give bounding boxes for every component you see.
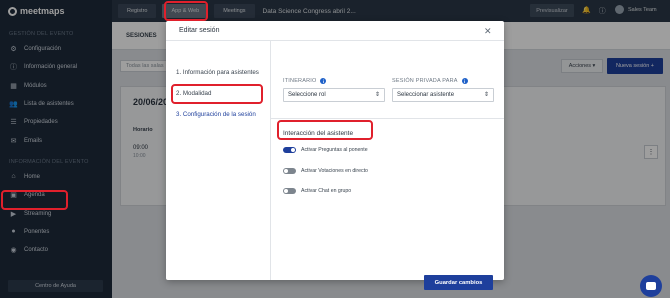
privada-value: Seleccionar asistente	[397, 92, 455, 98]
privada-label: SESIÓN PRIVADA PARA i	[392, 78, 468, 84]
toggle-row-votaciones[interactable]: Activar Votaciones en directo	[283, 168, 368, 174]
toggle-label: Activar Preguntas al ponente	[301, 147, 368, 153]
chevron-updown-icon: ⇕	[483, 92, 489, 98]
modal-main: ITINERARIO i Seleccione rol ⇕ SESIÓN PRI…	[271, 41, 504, 290]
toggle-label: Activar Chat en grupo	[301, 188, 352, 194]
itinerario-value: Seleccione rol	[288, 92, 326, 98]
itinerario-label-text: ITINERARIO	[283, 78, 317, 84]
annotation-highlight-agenda	[1, 190, 68, 210]
privada-label-text: SESIÓN PRIVADA PARA	[392, 78, 458, 84]
chat-bubble-icon	[646, 282, 656, 290]
chat-widget-button[interactable]	[640, 275, 662, 297]
toggle-row-preguntas[interactable]: Activar Preguntas al ponente	[283, 147, 368, 153]
step-configuracion-sesion[interactable]: 3. Configuración de la sesión	[176, 111, 256, 118]
toggle-switch[interactable]	[283, 168, 296, 174]
chevron-updown-icon: ⇕	[374, 92, 380, 98]
annotation-highlight-step3	[171, 84, 263, 104]
modal-title: Editar sesión	[166, 21, 504, 41]
modal-steps: 1. Información para asistentes 2. Modali…	[166, 41, 271, 280]
privada-select[interactable]: Seleccionar asistente ⇕	[392, 88, 494, 102]
itinerario-select[interactable]: Seleccione rol ⇕	[283, 88, 385, 102]
itinerario-label: ITINERARIO i	[283, 78, 327, 84]
annotation-highlight-toggle	[277, 120, 373, 140]
close-icon[interactable]: ✕	[484, 26, 492, 37]
edit-session-modal: Editar sesión ✕ 1. Información para asis…	[166, 21, 504, 290]
toggle-switch[interactable]	[283, 188, 296, 194]
toggle-label: Activar Votaciones en directo	[301, 168, 368, 174]
save-changes-button[interactable]: Guardar cambios	[424, 275, 493, 290]
info-icon[interactable]: i	[461, 78, 468, 84]
step-info-asistentes[interactable]: 1. Información para asistentes	[176, 69, 259, 76]
toggle-switch[interactable]	[283, 147, 296, 153]
annotation-highlight-app-web	[164, 1, 208, 21]
toggle-row-chat[interactable]: Activar Chat en grupo	[283, 188, 351, 194]
divider	[271, 118, 504, 119]
info-icon[interactable]: i	[320, 78, 327, 84]
